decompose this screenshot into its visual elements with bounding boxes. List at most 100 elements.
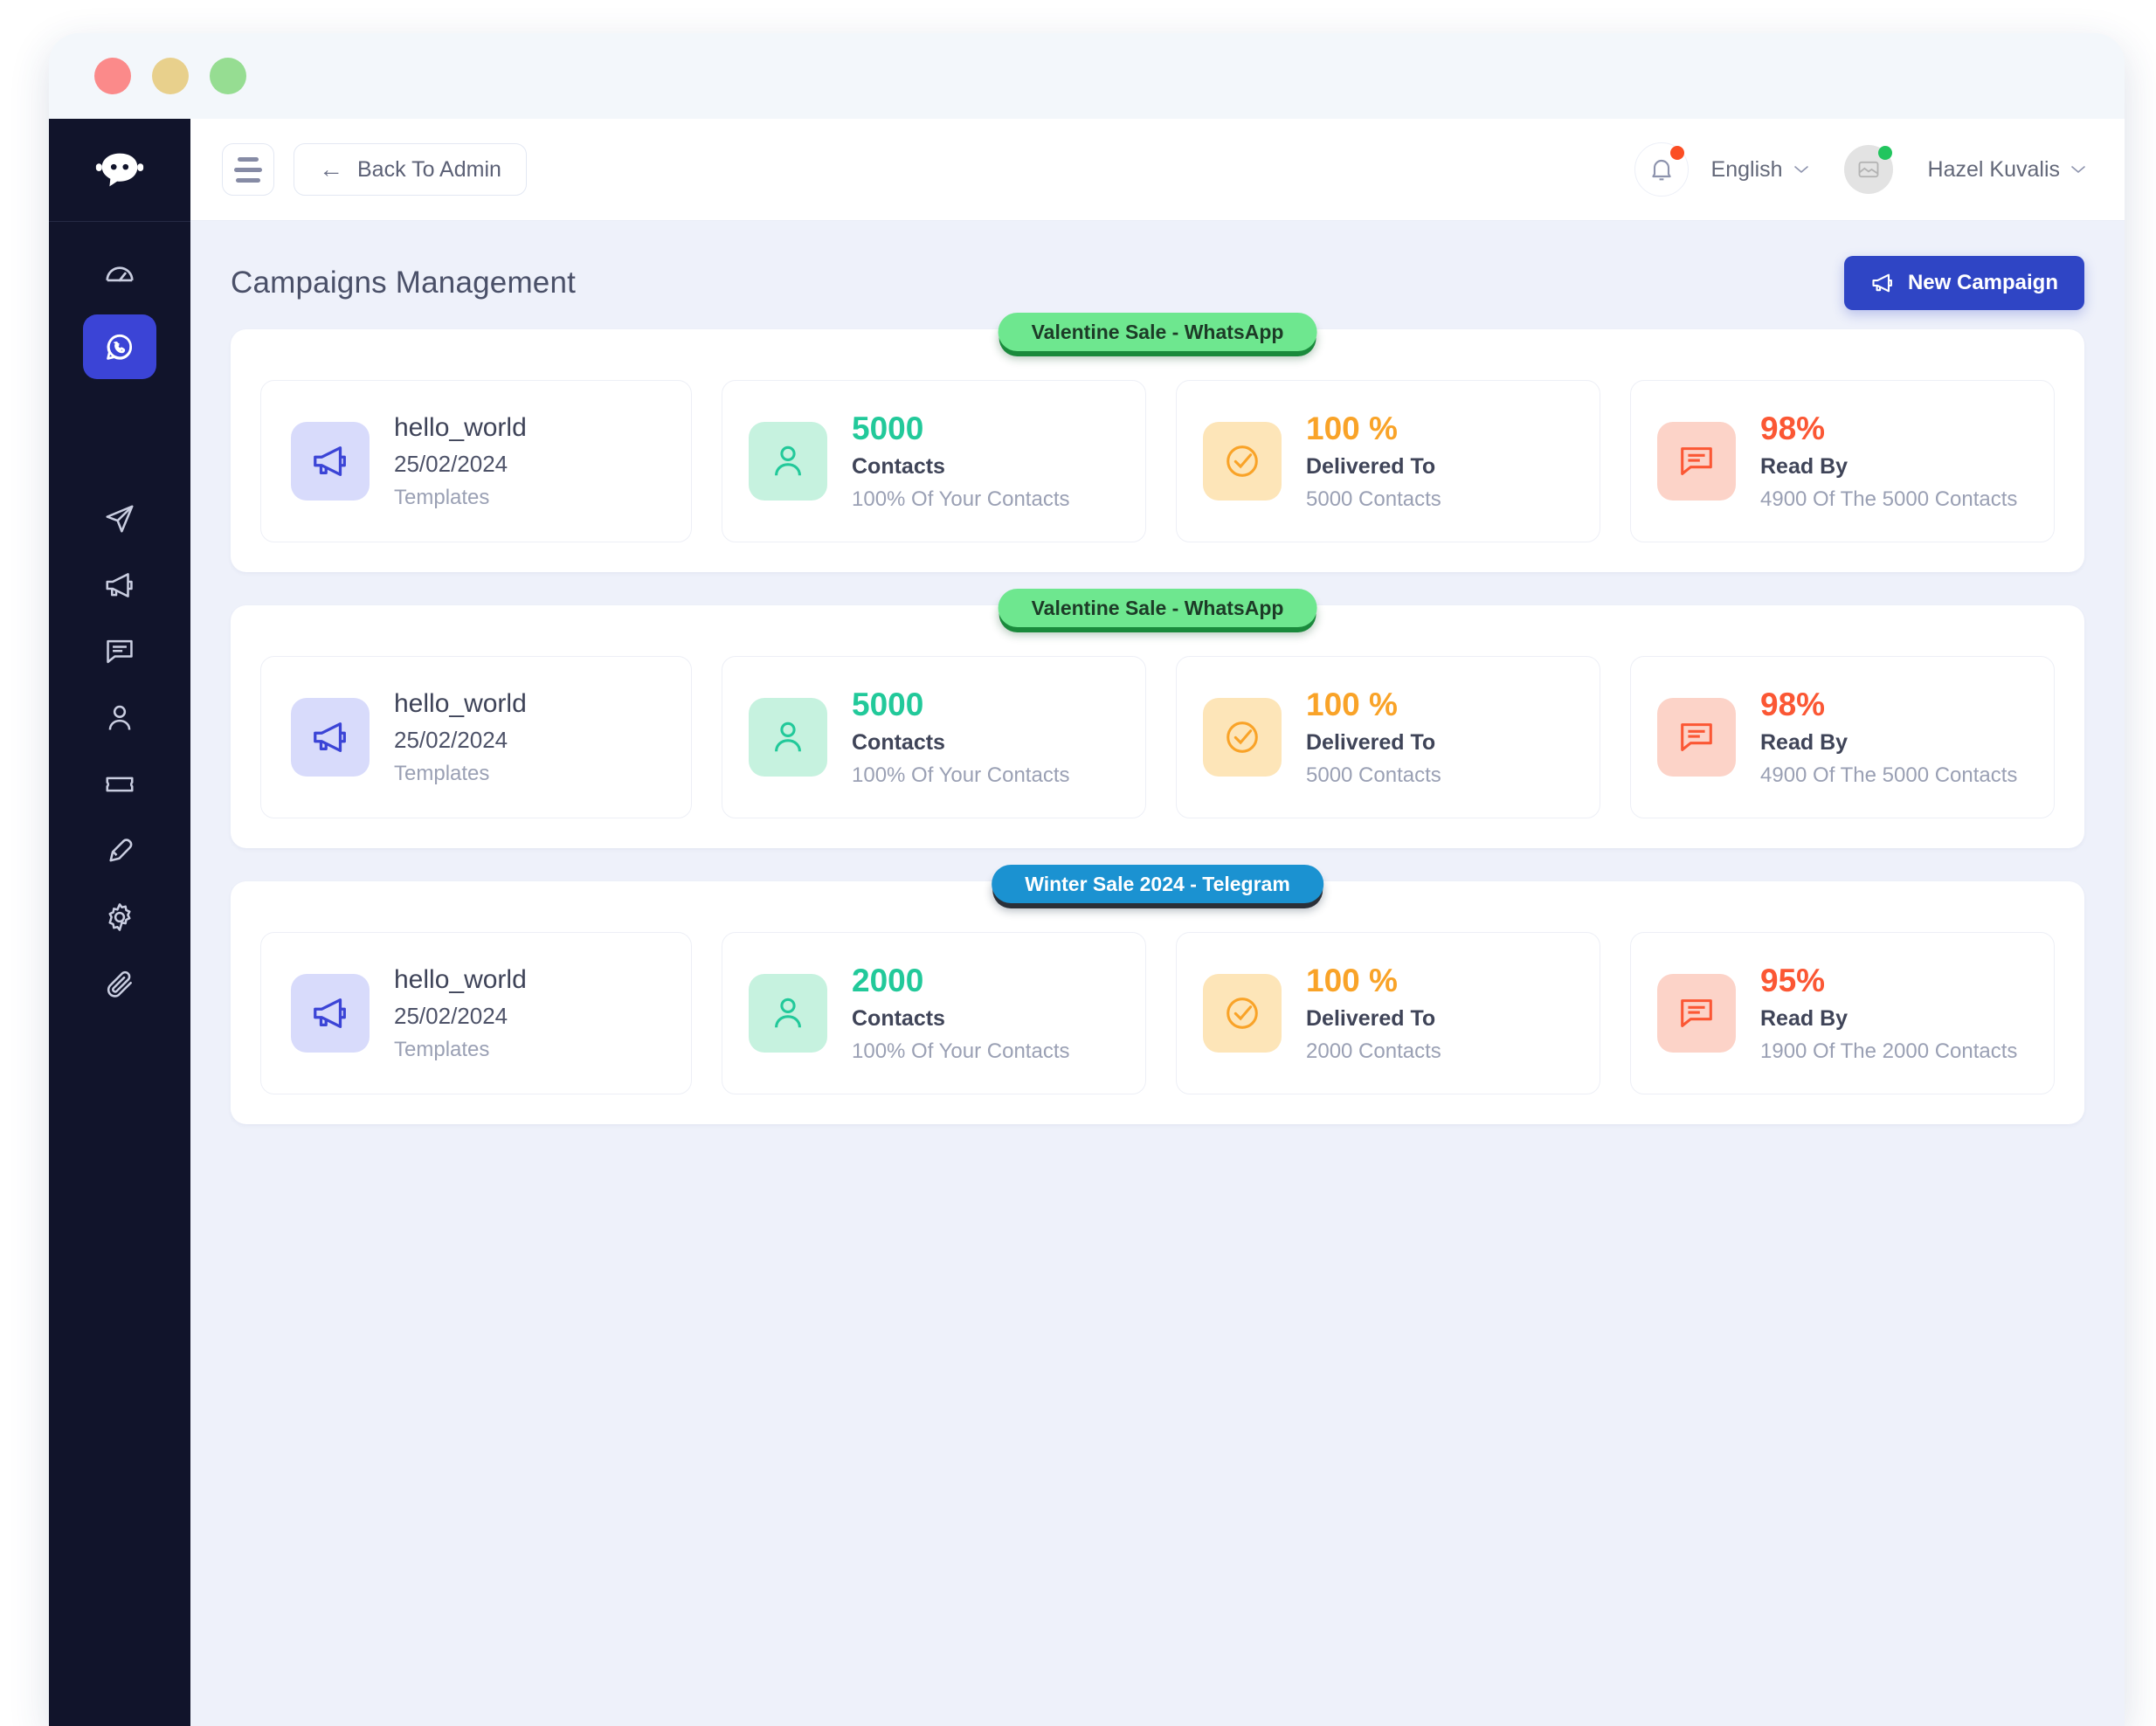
language-selector[interactable]: English bbox=[1711, 157, 1809, 183]
chevron-down-icon bbox=[1793, 166, 1808, 174]
sidebar-item-attachments[interactable] bbox=[83, 964, 156, 1003]
campaign-badge[interactable]: Valentine Sale - WhatsApp bbox=[998, 589, 1317, 627]
template-name: hello_world bbox=[394, 412, 527, 442]
stat-card[interactable]: 100 % Delivered To 5000 Contacts bbox=[1176, 380, 1600, 542]
notifications-button[interactable] bbox=[1634, 142, 1689, 197]
stat-card[interactable]: 5000 Contacts 100% Of Your Contacts bbox=[722, 380, 1146, 542]
template-card[interactable]: hello_world 25/02/2024 Templates bbox=[260, 380, 692, 542]
stat-value: 100 % bbox=[1306, 411, 1398, 446]
online-status-dot bbox=[1877, 146, 1892, 160]
back-to-admin-label: Back To Admin bbox=[357, 156, 501, 182]
stat-sublabel: 5000 Contacts bbox=[1306, 487, 1441, 511]
chat-bubble-icon bbox=[1657, 974, 1736, 1053]
megaphone-icon bbox=[291, 974, 370, 1053]
sidebar bbox=[49, 119, 190, 1726]
back-arrow-icon: ← bbox=[319, 155, 343, 183]
stat-value: 98% bbox=[1760, 687, 1826, 722]
window-close-button[interactable] bbox=[94, 58, 131, 94]
stat-sublabel: 5000 Contacts bbox=[1306, 763, 1441, 787]
sidebar-item-send[interactable] bbox=[83, 500, 156, 538]
template-date: 25/02/2024 bbox=[394, 450, 508, 477]
template-card[interactable]: hello_world 25/02/2024 Templates bbox=[260, 656, 692, 818]
stat-label: Read By bbox=[1760, 454, 1848, 479]
stat-value: 2000 bbox=[852, 963, 924, 998]
check-circle-icon bbox=[1203, 974, 1282, 1053]
sidebar-item-compose[interactable] bbox=[83, 832, 156, 870]
dashboard-gauge-icon bbox=[106, 266, 134, 282]
sidebar-item-whatsapp[interactable] bbox=[83, 314, 156, 379]
stat-label: Contacts bbox=[852, 730, 945, 755]
main-area: ← Back To Admin English Hazel Kuvalis Ca… bbox=[190, 119, 2125, 1726]
stat-sublabel: 100% Of Your Contacts bbox=[852, 763, 1070, 787]
campaign-badge[interactable]: Valentine Sale - WhatsApp bbox=[998, 313, 1317, 351]
stat-value: 100 % bbox=[1306, 963, 1398, 998]
whatsapp-icon bbox=[107, 334, 133, 360]
back-to-admin-button[interactable]: ← Back To Admin bbox=[294, 143, 527, 196]
stat-label: Contacts bbox=[852, 454, 945, 479]
bell-icon bbox=[1651, 160, 1671, 181]
template-card[interactable]: hello_world 25/02/2024 Templates bbox=[260, 932, 692, 1094]
stat-label: Read By bbox=[1760, 730, 1848, 755]
app-logo[interactable] bbox=[49, 119, 190, 221]
avatar[interactable] bbox=[1843, 145, 1893, 194]
campaign-panel: Valentine Sale - WhatsApp hello_world 25/0… bbox=[231, 313, 2084, 572]
chatbot-logo-icon bbox=[95, 153, 144, 186]
stat-value: 5000 bbox=[852, 687, 924, 722]
sidebar-item-contacts[interactable] bbox=[83, 699, 156, 737]
check-circle-icon bbox=[1203, 698, 1282, 777]
user-menu[interactable]: Hazel Kuvalis bbox=[1916, 157, 2086, 183]
stat-sublabel: 100% Of Your Contacts bbox=[852, 487, 1070, 511]
send-plane-icon bbox=[106, 505, 134, 533]
page-header: Campaigns Management New Campaign bbox=[231, 256, 2084, 310]
broken-image-icon bbox=[1858, 161, 1878, 178]
stat-card[interactable]: 100 % Delivered To 5000 Contacts bbox=[1176, 656, 1600, 818]
window-minimize-button[interactable] bbox=[152, 58, 189, 94]
stat-card[interactable]: 98% Read By 4900 Of The 5000 Contacts bbox=[1630, 656, 2055, 818]
notification-badge bbox=[1669, 146, 1684, 160]
template-type: Templates bbox=[394, 485, 490, 509]
window-zoom-button[interactable] bbox=[210, 58, 246, 94]
chat-bubble-icon bbox=[107, 639, 133, 664]
window-titlebar bbox=[49, 33, 2125, 119]
stat-value: 100 % bbox=[1306, 687, 1398, 722]
sidebar-item-settings[interactable] bbox=[83, 898, 156, 936]
pen-edit-icon bbox=[109, 839, 133, 862]
stat-card[interactable]: 2000 Contacts 100% Of Your Contacts bbox=[722, 932, 1146, 1094]
new-campaign-label: New Campaign bbox=[1907, 271, 2058, 294]
paperclip-icon bbox=[107, 970, 132, 998]
campaign-badge[interactable]: Winter Sale 2024 - Telegram bbox=[992, 865, 1323, 903]
sidebar-item-chats[interactable] bbox=[83, 632, 156, 671]
gear-icon bbox=[108, 903, 131, 931]
stat-card[interactable]: 100 % Delivered To 2000 Contacts bbox=[1176, 932, 1600, 1094]
topbar-right: English Hazel Kuvalis bbox=[1634, 142, 2086, 197]
sidebar-item-campaigns[interactable] bbox=[83, 566, 156, 604]
stat-sublabel: 2000 Contacts bbox=[1306, 1039, 1441, 1063]
stat-card[interactable]: 95% Read By 1900 Of The 2000 Contacts bbox=[1630, 932, 2055, 1094]
menu-toggle-button[interactable] bbox=[222, 143, 274, 196]
template-type: Templates bbox=[394, 1037, 490, 1061]
hamburger-icon bbox=[238, 156, 259, 162]
chat-bubble-icon bbox=[1657, 698, 1736, 777]
stat-sublabel: 4900 Of The 5000 Contacts bbox=[1760, 487, 2018, 511]
user-icon bbox=[749, 422, 827, 501]
topbar: ← Back To Admin English Hazel Kuvalis bbox=[190, 119, 2125, 221]
megaphone-icon bbox=[291, 422, 370, 501]
user-icon bbox=[749, 974, 827, 1053]
sidebar-item-tickets[interactable] bbox=[83, 765, 156, 804]
user-icon bbox=[108, 705, 131, 730]
sidebar-item-dashboard[interactable] bbox=[83, 241, 156, 306]
megaphone-icon bbox=[1872, 273, 1892, 293]
template-date: 25/02/2024 bbox=[394, 1002, 508, 1029]
stat-label: Delivered To bbox=[1306, 730, 1436, 755]
new-campaign-button[interactable]: New Campaign bbox=[1843, 256, 2084, 310]
user-name-label: Hazel Kuvalis bbox=[1927, 156, 2060, 182]
stat-label: Read By bbox=[1760, 1006, 1848, 1031]
ticket-icon bbox=[106, 777, 134, 792]
campaign-list: Valentine Sale - WhatsApp hello_world 25/0… bbox=[231, 313, 2084, 1124]
stat-value: 5000 bbox=[852, 411, 924, 446]
stat-sublabel: 1900 Of The 2000 Contacts bbox=[1760, 1039, 2018, 1063]
stat-card[interactable]: 5000 Contacts 100% Of Your Contacts bbox=[722, 656, 1146, 818]
content-area: Campaigns Management New Campaign Valent… bbox=[190, 221, 2125, 1726]
stat-card[interactable]: 98% Read By 4900 Of The 5000 Contacts bbox=[1630, 380, 2055, 542]
stat-sublabel: 4900 Of The 5000 Contacts bbox=[1760, 763, 2018, 787]
